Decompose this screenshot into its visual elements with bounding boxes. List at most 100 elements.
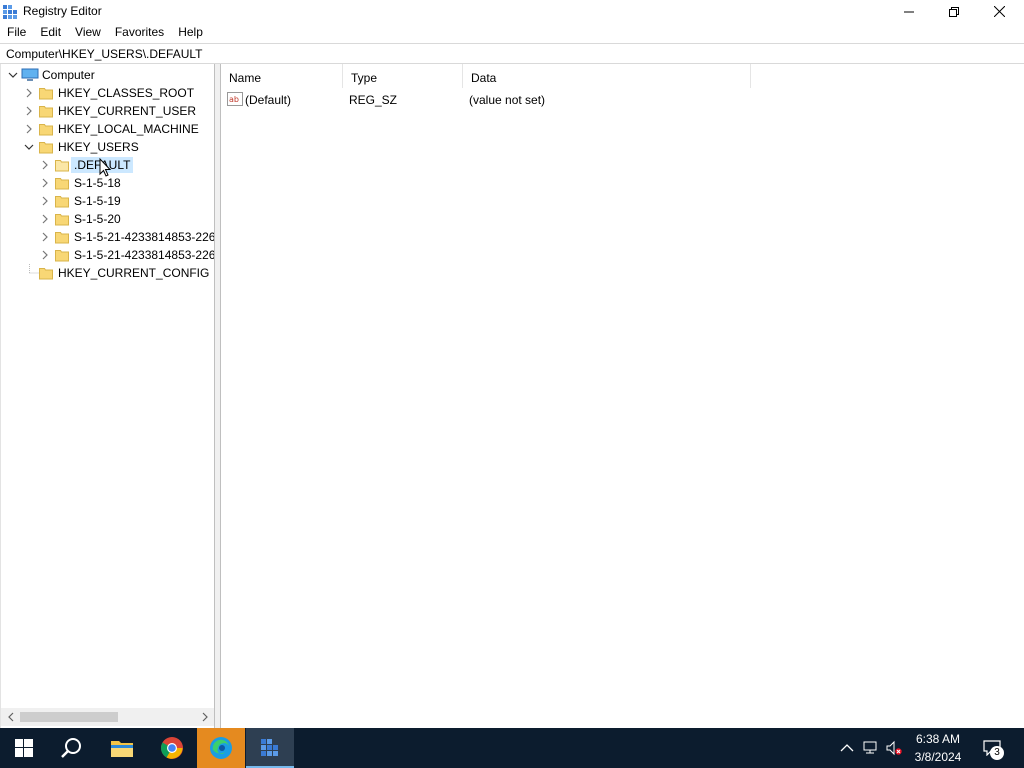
- chevron-right-icon[interactable]: [40, 214, 50, 224]
- close-button[interactable]: [976, 0, 1022, 23]
- chevron-right-icon[interactable]: [40, 160, 50, 170]
- mouse-cursor-icon: [99, 158, 112, 177]
- tree-label: HKEY_CLASSES_ROOT: [58, 86, 195, 100]
- address-bar[interactable]: Computer\HKEY_USERS\.DEFAULT: [0, 43, 1024, 64]
- taskbar: 6:38 AM 3/8/2024 3: [0, 728, 1024, 768]
- folder-icon: [39, 88, 53, 100]
- value-type: REG_SZ: [349, 93, 398, 107]
- tree-label: HKEY_CURRENT_USER: [58, 104, 197, 118]
- folder-icon: [39, 268, 53, 280]
- tree-label: S-1-5-19: [74, 194, 121, 208]
- chevron-right-icon[interactable]: [40, 178, 50, 188]
- clock-date[interactable]: 3/8/2024: [903, 750, 973, 764]
- tree-node-s-1-5-20[interactable]: S-1-5-20: [1, 210, 214, 228]
- menu-view[interactable]: View: [68, 23, 108, 42]
- chevron-down-icon[interactable]: [8, 70, 18, 80]
- chevron-down-icon[interactable]: [24, 142, 34, 152]
- folder-open-icon: [55, 160, 69, 172]
- key-tree-pane: Computer HKEY_CLASSES_ROOT HKEY_CURRENT_…: [0, 64, 215, 728]
- chevron-right-icon[interactable]: [24, 88, 34, 98]
- action-center-button[interactable]: 3: [975, 728, 1015, 768]
- close-icon: [993, 6, 1005, 17]
- tree-node-s-1-5-21-b[interactable]: S-1-5-21-4233814853-2264: [1, 246, 215, 264]
- chrome-icon: [161, 737, 183, 759]
- window-title: Registry Editor: [23, 4, 102, 18]
- file-explorer-icon: [111, 741, 133, 757]
- network-icon[interactable]: [863, 740, 879, 756]
- restore-icon: [949, 6, 959, 17]
- regedit-taskbar-button[interactable]: [246, 728, 294, 768]
- menu-favorites[interactable]: Favorites: [108, 23, 171, 42]
- edge-icon: [210, 737, 232, 759]
- menu-help[interactable]: Help: [171, 23, 210, 42]
- value-data: (value not set): [469, 93, 546, 107]
- tree-label: S-1-5-20: [74, 212, 121, 226]
- folder-icon: [55, 232, 69, 244]
- tree-node-hkey-current-config[interactable]: HKEY_CURRENT_CONFIG: [1, 264, 214, 282]
- folder-icon: [55, 214, 69, 226]
- menu-edit[interactable]: Edit: [33, 23, 68, 42]
- tree-label: S-1-5-18: [74, 176, 121, 190]
- tree-label: HKEY_USERS: [58, 140, 139, 154]
- tree-node-hkey-local-machine[interactable]: HKEY_LOCAL_MACHINE: [1, 120, 214, 138]
- title-bar: Registry Editor: [0, 0, 1024, 23]
- menu-file[interactable]: File: [0, 23, 33, 42]
- folder-icon: [39, 124, 53, 136]
- regedit-icon: [261, 739, 278, 756]
- menu-bar: File Edit View Favorites Help: [0, 23, 1024, 42]
- column-header-name[interactable]: Name: [221, 64, 343, 88]
- address-path[interactable]: Computer\HKEY_USERS\.DEFAULT: [6, 47, 203, 61]
- chevron-right-icon[interactable]: [40, 196, 50, 206]
- tree-node-hkey-users[interactable]: HKEY_USERS: [1, 138, 214, 156]
- windows-start-icon: [15, 739, 33, 757]
- chevron-up-icon[interactable]: [839, 740, 855, 756]
- minimize-button[interactable]: [886, 0, 932, 23]
- file-explorer-button[interactable]: [98, 728, 146, 768]
- clock-time[interactable]: 6:38 AM: [903, 732, 973, 746]
- folder-open-icon: [39, 142, 53, 154]
- chevron-right-icon[interactable]: [40, 232, 50, 242]
- tree-node-hkey-current-user[interactable]: HKEY_CURRENT_USER: [1, 102, 214, 120]
- edge-button[interactable]: [197, 728, 245, 768]
- start-button[interactable]: [0, 728, 48, 768]
- volume-muted-icon[interactable]: [886, 740, 902, 756]
- list-header: Name Type Data: [221, 64, 1024, 88]
- registry-editor-window: Registry Editor File Edit View Favorites…: [0, 0, 1024, 728]
- values-list-pane: Name Type Data ab (Default) REG_SZ (valu…: [220, 64, 1024, 728]
- scrollbar-thumb[interactable]: [20, 712, 118, 722]
- list-row[interactable]: ab (Default) REG_SZ (value not set): [221, 90, 1024, 108]
- tree-label: HKEY_CURRENT_CONFIG: [58, 266, 210, 280]
- tree-horizontal-scrollbar[interactable]: [1, 708, 214, 726]
- value-name: (Default): [245, 93, 292, 107]
- folder-icon: [55, 250, 69, 262]
- chrome-button[interactable]: [148, 728, 196, 768]
- scroll-right-icon[interactable]: [200, 712, 210, 722]
- tree-node-hkey-classes-root[interactable]: HKEY_CLASSES_ROOT: [1, 84, 214, 102]
- column-header-type[interactable]: Type: [343, 64, 463, 88]
- computer-icon: [21, 68, 39, 81]
- restore-button[interactable]: [931, 0, 977, 23]
- tree-node-s-1-5-19[interactable]: S-1-5-19: [1, 192, 214, 210]
- folder-icon: [55, 196, 69, 208]
- tree-node-s-1-5-21-a[interactable]: S-1-5-21-4233814853-2264: [1, 228, 215, 246]
- chevron-right-icon[interactable]: [40, 250, 50, 260]
- tree-label: HKEY_LOCAL_MACHINE: [58, 122, 199, 136]
- chevron-right-icon[interactable]: [24, 124, 34, 134]
- regedit-app-icon: [3, 5, 17, 19]
- notification-badge: 3: [990, 746, 1004, 760]
- folder-icon: [39, 106, 53, 118]
- search-button[interactable]: [48, 728, 96, 768]
- tree-label: Computer: [42, 68, 95, 82]
- folder-icon: [55, 178, 69, 190]
- tree-label: S-1-5-21-4233814853-2264: [74, 248, 215, 262]
- tree-node-computer[interactable]: Computer: [1, 66, 214, 84]
- string-value-icon: ab: [227, 92, 243, 106]
- minimize-icon: [904, 11, 914, 12]
- scroll-left-icon[interactable]: [6, 712, 16, 722]
- chevron-right-icon[interactable]: [24, 106, 34, 116]
- svg-text:ab: ab: [229, 95, 239, 104]
- tree-connector-line: [29, 264, 39, 274]
- column-header-data[interactable]: Data: [463, 64, 751, 88]
- search-icon: [61, 738, 81, 758]
- tree-label: S-1-5-21-4233814853-2264: [74, 230, 215, 244]
